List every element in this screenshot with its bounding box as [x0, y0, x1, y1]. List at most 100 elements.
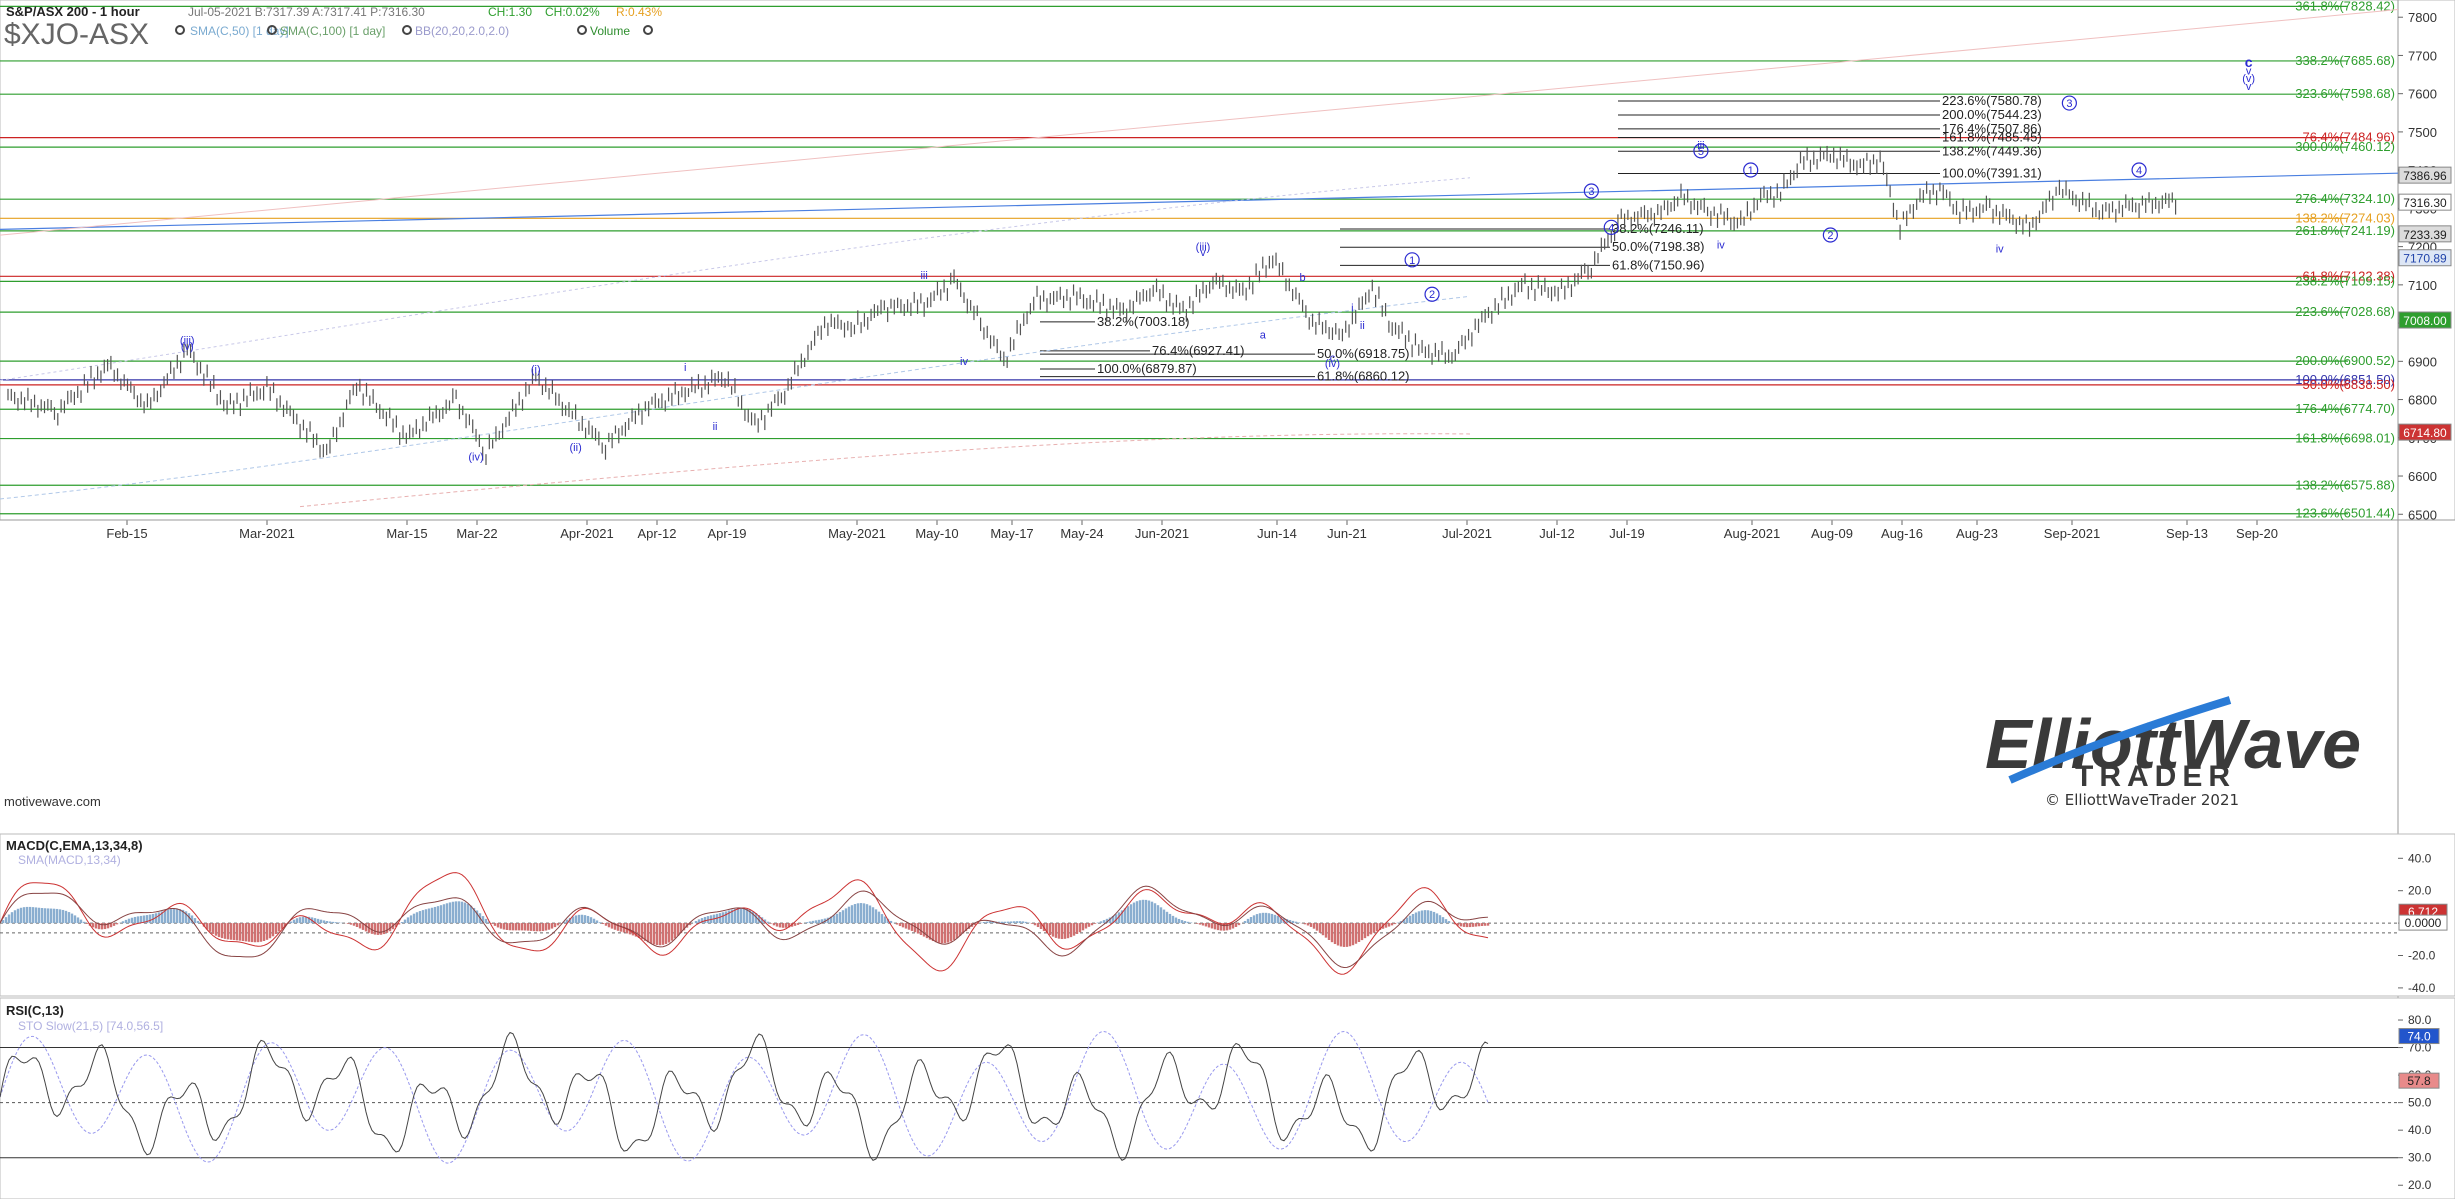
rsi-badge-label: 57.8	[2407, 1074, 2431, 1088]
wave-label: (v)	[181, 341, 194, 353]
y-tick-label: 7700	[2408, 48, 2437, 63]
x-tick-label: Apr-12	[637, 526, 676, 541]
fib-level-label: 176.4%(6774.70)	[2295, 401, 2395, 416]
x-tick-label: Aug-16	[1881, 526, 1923, 541]
x-tick-label: Aug-23	[1956, 526, 1998, 541]
y-tick-label: 6600	[2408, 469, 2437, 484]
fib-level-label: 123.6%(6501.44)	[2295, 506, 2395, 521]
rsi-panel: RSI(C,13)STO Slow(21,5) [74.0,56.5] 80.0 7…	[0, 997, 2455, 1199]
wave-label: v	[1200, 247, 1206, 259]
wave-label: (iv)	[468, 452, 483, 464]
wave-label: 2	[1827, 230, 1833, 242]
rsi-y-tick-label: 80.0	[2408, 1013, 2432, 1027]
y-tick-label: 7800	[2408, 10, 2437, 25]
x-tick-label: Feb-15	[106, 526, 147, 541]
wave-label: 1	[1409, 255, 1415, 267]
price-badge-label: 7316.30	[2403, 196, 2447, 210]
projection-label: 100.0%(7391.31)	[1942, 165, 2042, 180]
x-tick-label: May-10	[915, 526, 958, 541]
rsi-y-tick-label: 30.0	[2408, 1151, 2432, 1165]
indicator-bb: BB(20,20,2.0,2.0)	[415, 24, 509, 38]
y-tick-label: 6800	[2408, 393, 2437, 408]
fib-level-label: 238.2%(7109.15)	[2295, 273, 2395, 288]
x-tick-label: Jul-12	[1539, 526, 1574, 541]
price-badge-label: 7233.39	[2403, 228, 2447, 242]
fib-level-label: 138.2%(6575.88)	[2295, 477, 2395, 492]
change-pct-readout: CH:0.02%	[545, 5, 600, 19]
x-tick-label: Sep-2021	[2044, 526, 2100, 541]
price-badge-label: 7386.96	[2403, 169, 2447, 183]
x-tick-label: Apr-2021	[560, 526, 613, 541]
wave-label: 2	[1429, 289, 1435, 301]
projection-label: 50.0%(7198.38)	[1612, 239, 1705, 254]
macd-frame	[0, 833, 2455, 997]
watermark-line2: TRADER	[2075, 760, 2236, 793]
projection-label: 61.8%(7150.96)	[1612, 257, 1705, 272]
rsi-subtitle: STO Slow(21,5) [74.0,56.5]	[18, 1019, 163, 1033]
x-tick-label: Jun-2021	[1135, 526, 1189, 541]
wave-label: 3	[1588, 186, 1594, 198]
projection-label: 223.6%(7580.78)	[1942, 93, 2042, 108]
fib-level-label: 323.6%(7598.68)	[2295, 86, 2395, 101]
x-tick-label: Aug-2021	[1724, 526, 1780, 541]
projection-label: 161.8%(7485.45)	[1942, 129, 2042, 144]
fib-level-label: 50.0%(6838.50)	[2302, 377, 2395, 392]
x-tick-label: May-24	[1060, 526, 1103, 541]
wave-label: (iv)	[1325, 358, 1340, 370]
macd-title: MACD(C,EMA,13,34,8)	[6, 838, 143, 853]
chart-canvas: 6500660067006800690070007100720073007400…	[0, 0, 2455, 1199]
x-tick-label: Mar-15	[386, 526, 427, 541]
fib-level-label: 200.0%(6900.52)	[2295, 353, 2395, 368]
x-tick-label: Jul-19	[1609, 526, 1644, 541]
wave-label: v	[2246, 81, 2252, 93]
ohlc-readout: Jul-05-2021 B:7317.39 A:7317.41 P:7316.3…	[188, 5, 425, 19]
wave-label: i	[684, 362, 686, 374]
x-tick-label: Sep-13	[2166, 526, 2208, 541]
wave-label: a	[1260, 329, 1267, 341]
wave-label: iv	[1717, 240, 1725, 252]
fib-level-label: 338.2%(7685.68)	[2295, 53, 2395, 68]
macd-panel: MACD(C,EMA,13,34,8)SMA(MACD,13,34) 40.0 20…	[0, 833, 2455, 997]
wave-label: iii	[920, 270, 927, 282]
fib-level-label: 161.8%(6698.01)	[2295, 431, 2395, 446]
x-tick-label: Mar-2021	[239, 526, 295, 541]
watermark-copyright: © ElliottWaveTrader 2021	[2045, 791, 2239, 809]
wave-label: 4	[1608, 222, 1614, 234]
fib-level-label: 223.6%(7028.68)	[2295, 304, 2395, 319]
price-badge-label: 7008.00	[2403, 314, 2447, 328]
wave-label: (ii)	[570, 442, 582, 454]
x-tick-label: Aug-09	[1811, 526, 1853, 541]
y-tick-label: 6900	[2408, 354, 2437, 369]
fib-level-label: 276.4%(7324.10)	[2295, 191, 2395, 206]
x-tick-label: Apr-19	[707, 526, 746, 541]
wave-label: b	[1300, 272, 1306, 284]
elliottwave-trader-watermark: ElliottWave TRADER © ElliottWaveTrader 2…	[1985, 696, 2361, 809]
indicator-volume: Volume	[590, 24, 630, 38]
projection-label: 76.4%(6927.41)	[1152, 343, 1245, 358]
wave-label: 4	[2136, 165, 2142, 177]
macd-y-tick-label: 40.0	[2408, 851, 2432, 865]
footer-credit: motivewave.com	[4, 794, 101, 809]
projection-label: 200.0%(7544.23)	[1942, 107, 2042, 122]
price-badge-label: 7170.89	[2403, 252, 2447, 266]
x-tick-label: May-2021	[828, 526, 886, 541]
rsi-y-tick-label: 20.0	[2408, 1178, 2432, 1192]
price-badge-label: 6714.80	[2403, 426, 2447, 440]
wave-label: 3	[2066, 98, 2072, 110]
macd-y-tick-label: -20.0	[2408, 949, 2436, 963]
x-tick-label: Mar-22	[456, 526, 497, 541]
change-readout: CH:1.30	[488, 5, 532, 19]
rsi-y-tick-label: 50.0	[2408, 1096, 2432, 1110]
x-tick-label: May-17	[990, 526, 1033, 541]
y-tick-label: 7100	[2408, 278, 2437, 293]
price-panel-frame	[0, 0, 2455, 521]
y-tick-label: 7500	[2408, 125, 2437, 140]
x-tick-label: Jun-21	[1327, 526, 1367, 541]
wave-label: iv	[960, 356, 968, 368]
fib-level-label: 300.0%(7460.12)	[2295, 139, 2395, 154]
rsi-title: RSI(C,13)	[6, 1003, 64, 1018]
macd-y-tick-label: -40.0	[2408, 981, 2436, 995]
ticker-symbol: $XJO-ASX	[4, 18, 149, 51]
x-tick-label: Jul-2021	[1442, 526, 1492, 541]
y-tick-label: 7600	[2408, 87, 2437, 102]
